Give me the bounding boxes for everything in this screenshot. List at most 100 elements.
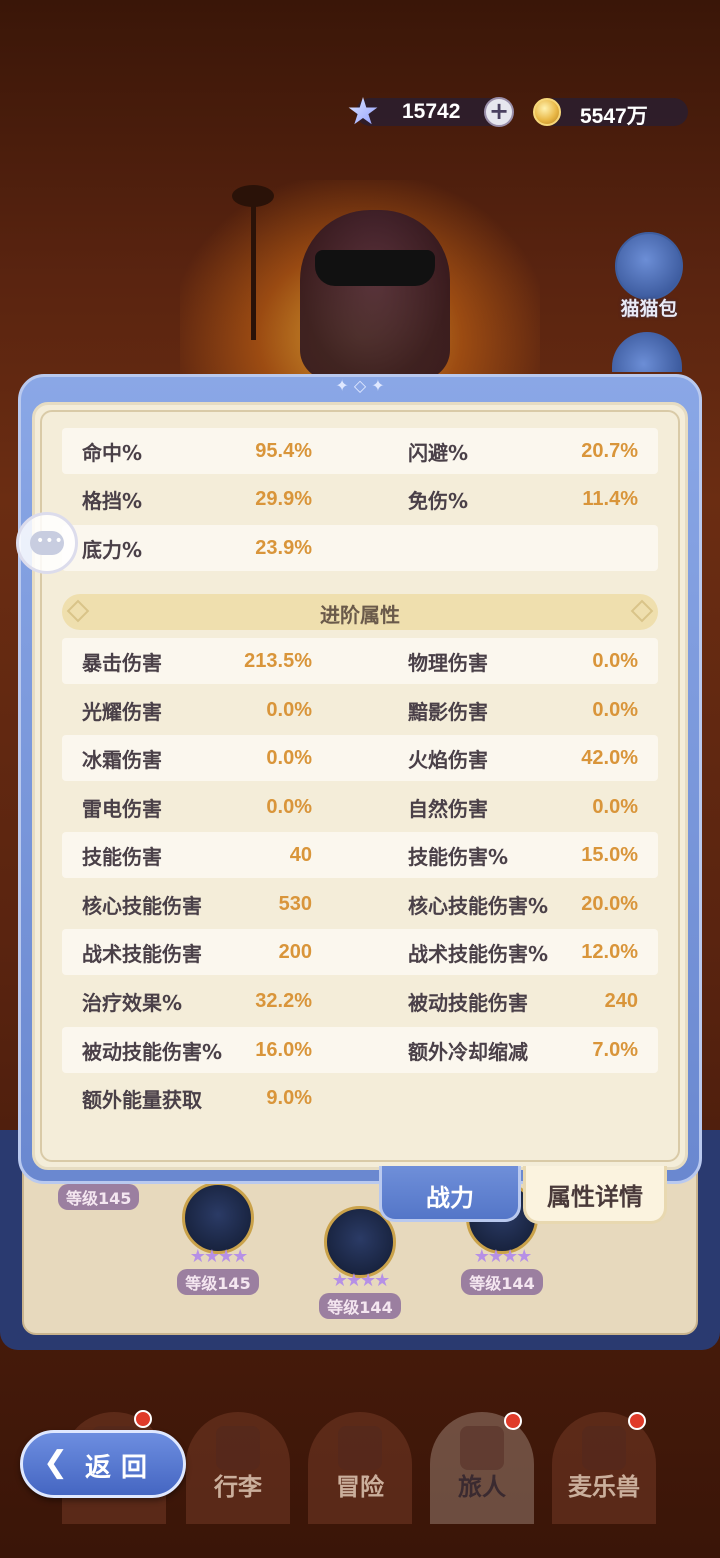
stat-row: 被动技能伤害% 16.0% 额外冷却缩减 7.0% [62, 1027, 658, 1073]
ornament-icon: ✦ ◇ ✦ [335, 376, 385, 395]
stat-label: 自然伤害 [408, 796, 488, 821]
notification-dot [504, 1412, 522, 1430]
stat-row: 暴击伤害 213.5% 物理伤害 0.0% [62, 638, 658, 684]
gold-amount: 5547万 [580, 105, 648, 128]
cat-bag-button[interactable]: 猫猫包 [612, 232, 686, 322]
unit-slot[interactable]: ★★★★ 等级145 [176, 1182, 260, 1295]
stat-value: 11.4% [582, 487, 638, 510]
stat-label: 额外能量获取 [82, 1087, 202, 1112]
nav-melebeast[interactable]: 麦乐兽 [552, 1412, 656, 1524]
stat-label: 免伤% [408, 488, 469, 513]
unit-portrait [182, 1182, 254, 1254]
stat-label: 冰霜伤害 [82, 747, 162, 772]
stat-row: 技能伤害 40 技能伤害% 15.0% [62, 832, 658, 878]
nav-traveler-label: 旅人 [458, 1473, 506, 1501]
stat-row: 底力% 23.9% [62, 525, 658, 571]
stat-label: 技能伤害% [408, 844, 509, 869]
gem-icon [344, 93, 382, 131]
stat-value: 15.0% [581, 843, 638, 866]
stat-value: 0.0% [592, 795, 638, 818]
chat-bubble-icon [30, 531, 64, 555]
stat-value: 20.0% [581, 892, 638, 915]
stat-value: 16.0% [255, 1038, 312, 1061]
stat-value: 40 [289, 843, 312, 866]
stat-label: 底力% [82, 537, 143, 562]
stat-value: 23.9% [255, 536, 312, 559]
stat-value: 530 [278, 892, 312, 915]
stat-row: 光耀伤害 0.0% 黯影伤害 0.0% [62, 687, 658, 733]
stat-label: 技能伤害 [82, 844, 162, 869]
stat-label: 战术技能伤害% [408, 941, 549, 966]
section-title: 进阶属性 [320, 603, 400, 627]
stat-value: 0.0% [266, 795, 312, 818]
stat-value: 32.2% [255, 989, 312, 1012]
stat-value: 7.0% [592, 1038, 638, 1061]
stat-value: 9.0% [266, 1086, 312, 1109]
stat-row: 雷电伤害 0.0% 自然伤害 0.0% [62, 784, 658, 830]
stat-row: 治疗效果% 32.2% 被动技能伤害 240 [62, 978, 658, 1024]
stat-label: 火焰伤害 [408, 747, 488, 772]
stat-label: 治疗效果% [82, 990, 183, 1015]
back-arrow-icon: ❮ [43, 1445, 69, 1480]
stat-row: 冰霜伤害 0.0% 火焰伤害 42.0% [62, 735, 658, 781]
notification-dot [134, 1410, 152, 1428]
character-sunglasses [315, 250, 435, 286]
gem-amount: 15742 [402, 100, 461, 123]
tab-power-label: 战力 [426, 1184, 474, 1212]
stat-value: 12.0% [581, 940, 638, 963]
unit-stars: ★★★★ [189, 1246, 249, 1267]
stat-row: 额外能量获取 9.0% [62, 1075, 658, 1121]
nav-luggage[interactable]: 行李 [186, 1412, 290, 1524]
pet-icon [582, 1426, 626, 1470]
stat-value: 0.0% [266, 746, 312, 769]
unit-stars: ★★★★ [473, 1246, 533, 1267]
tab-power[interactable]: 战力 [379, 1166, 521, 1222]
tab-attribute-details-label: 属性详情 [547, 1183, 643, 1211]
stat-label: 格挡% [82, 488, 143, 513]
traveler-icon [460, 1426, 504, 1470]
advanced-attributes-header: 进阶属性 [62, 594, 658, 630]
stat-row: 格挡% 29.9% 免伤% 11.4% [62, 476, 658, 522]
gold-currency: 5547万 [533, 98, 688, 128]
nav-melebeast-label: 麦乐兽 [568, 1473, 640, 1501]
stat-label: 额外冷却缩减 [408, 1039, 528, 1064]
stat-label: 核心技能伤害 [82, 893, 202, 918]
coin-icon [528, 93, 566, 131]
cat-bag-label: 猫猫包 [620, 298, 678, 320]
stat-value: 213.5% [244, 649, 312, 672]
stat-value: 20.7% [581, 439, 638, 462]
unit-level-badge: 等级145 [58, 1184, 140, 1210]
unit-slot[interactable]: ★★★★ 等级144 [318, 1206, 402, 1319]
stat-label: 雷电伤害 [82, 796, 162, 821]
nav-traveler[interactable]: 旅人 [430, 1412, 534, 1524]
add-gems-button[interactable]: + [484, 97, 514, 127]
nav-adventure[interactable]: 冒险 [308, 1412, 412, 1524]
chat-button[interactable] [16, 512, 78, 574]
stat-value: 0.0% [266, 698, 312, 721]
stat-row: 核心技能伤害 530 核心技能伤害% 20.0% [62, 881, 658, 927]
nav-adventure-label: 冒险 [336, 1473, 384, 1501]
stat-label: 核心技能伤害% [408, 893, 549, 918]
tab-attribute-details[interactable]: 属性详情 [523, 1166, 667, 1224]
gem-currency: 15742 + [348, 97, 514, 127]
back-button[interactable]: ❮ 返回 [20, 1430, 186, 1498]
stat-label: 被动技能伤害% [82, 1039, 223, 1064]
unit-level-badge: 等级145 [177, 1269, 259, 1295]
cat-icon [615, 232, 683, 300]
stat-value: 95.4% [255, 439, 312, 462]
stat-label: 战术技能伤害 [82, 941, 202, 966]
stat-label: 暴击伤害 [82, 650, 162, 675]
stat-label: 黯影伤害 [408, 699, 488, 724]
notification-dot [628, 1412, 646, 1430]
character-portrait [300, 210, 450, 380]
stat-value: 0.0% [592, 649, 638, 672]
unit-stars: ★★★★ [331, 1270, 391, 1291]
mount-button[interactable] [612, 332, 682, 372]
stat-label: 被动技能伤害 [408, 990, 528, 1015]
background-lamp-pole [251, 200, 256, 340]
unit-level-badge: 等级144 [461, 1269, 543, 1295]
stat-value: 29.9% [255, 487, 312, 510]
stat-value: 42.0% [581, 746, 638, 769]
stat-label: 物理伤害 [408, 650, 488, 675]
crossed-swords-icon [338, 1426, 382, 1470]
